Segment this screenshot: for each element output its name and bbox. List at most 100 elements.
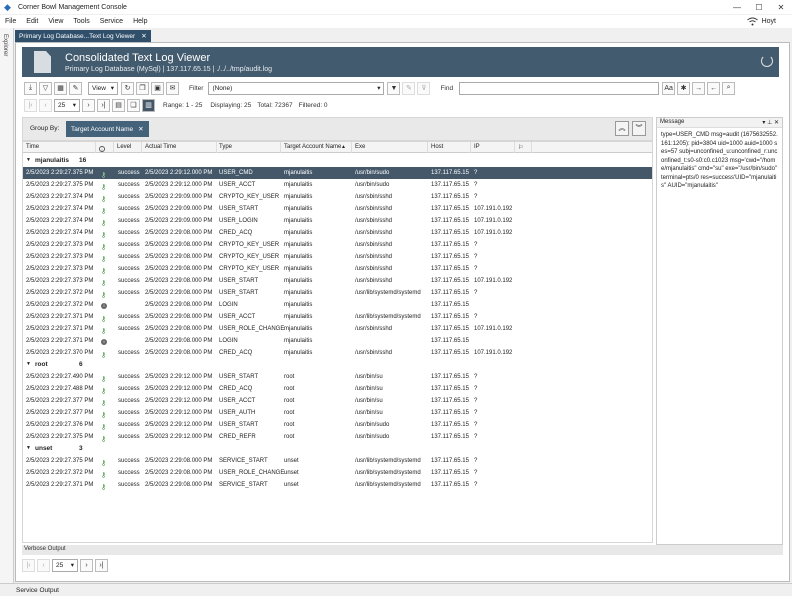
- col-level[interactable]: Level: [117, 144, 131, 150]
- pane-menu-icon[interactable]: ▾: [762, 120, 765, 126]
- message-text[interactable]: type=USER_CMD msg=audit (1675632552.161:…: [657, 128, 782, 194]
- menu-file[interactable]: File: [0, 18, 21, 25]
- clear-filter-button[interactable]: ⊽: [417, 81, 431, 95]
- regex-button[interactable]: ✱: [677, 81, 691, 95]
- prev-page-button[interactable]: ‹: [39, 98, 52, 112]
- cell-type: CRYPTO_KEY_USER: [219, 266, 280, 272]
- edit-button[interactable]: ✎: [69, 81, 82, 95]
- verbose-output-tab[interactable]: Verbose Output: [22, 545, 783, 555]
- chevron-down-icon[interactable]: ▼: [26, 361, 31, 367]
- table-row[interactable]: 2/5/2023 2:29:27.373 PM ⚷ success 2/5/2023 …: [23, 263, 652, 275]
- table-row[interactable]: 2/5/2023 2:29:27.375 PM ⚷ success 2/5/2023 …: [23, 431, 652, 443]
- group-row[interactable]: ▼ unset 3: [23, 443, 652, 455]
- table-row[interactable]: 2/5/2023 2:29:27.371 PM ⚷ success 2/5/2023 …: [23, 311, 652, 323]
- table-row[interactable]: 2/5/2023 2:29:27.374 PM ⚷ success 2/5/2023 …: [23, 191, 652, 203]
- table-row[interactable]: 2/5/2023 2:29:27.373 PM ⚷ success 2/5/2023 …: [23, 239, 652, 251]
- table-row[interactable]: 2/5/2023 2:29:27.376 PM ⚷ success 2/5/2023 …: [23, 419, 652, 431]
- cell-actual-time: 2/5/2023 2:29:12.000 PM: [145, 398, 213, 404]
- verbose-next-page-button[interactable]: ›: [80, 558, 93, 572]
- minimize-icon[interactable]: —: [726, 3, 748, 12]
- maximize-icon[interactable]: ☐: [748, 3, 770, 12]
- verbose-page-size-select[interactable]: 25 ▾: [52, 558, 78, 572]
- table-row[interactable]: 2/5/2023 2:29:27.374 PM ⚷ success 2/5/2023 …: [23, 203, 652, 215]
- find-label: Find: [440, 84, 454, 92]
- tab-close-icon[interactable]: ✕: [141, 32, 146, 40]
- last-page-button[interactable]: ›|: [97, 98, 110, 112]
- copy-button[interactable]: ❐: [136, 81, 149, 95]
- user-name[interactable]: Hoyt: [762, 18, 776, 25]
- next-page-button[interactable]: ›: [82, 98, 95, 112]
- filter-button[interactable]: ▽: [39, 81, 52, 95]
- table-row[interactable]: 2/5/2023 2:29:27.372 PM i 2/5/2023 2:29:08…: [23, 299, 652, 311]
- pane-close-icon[interactable]: ✕: [774, 120, 779, 126]
- table-row[interactable]: 2/5/2023 2:29:27.374 PM ⚷ success 2/5/2023 …: [23, 227, 652, 239]
- view-dropdown[interactable]: View ▾: [88, 81, 118, 95]
- tab-text-log-viewer[interactable]: Primary Log Database...Text Log Viewer ✕: [15, 30, 151, 42]
- pin-icon[interactable]: ⊥: [767, 120, 772, 126]
- table-row[interactable]: 2/5/2023 2:29:27.374 PM ⚷ success 2/5/2023 …: [23, 215, 652, 227]
- menu-help[interactable]: Help: [128, 18, 152, 25]
- menu-edit[interactable]: Edit: [21, 18, 43, 25]
- table-row[interactable]: 2/5/2023 2:29:27.377 PM ⚷ success 2/5/2023 …: [23, 395, 652, 407]
- menu-service[interactable]: Service: [95, 18, 128, 25]
- columns-button[interactable]: ▦: [54, 81, 67, 95]
- col-actual-time[interactable]: Actual Time: [145, 144, 176, 150]
- match-case-button[interactable]: Aa: [662, 81, 676, 95]
- table-row[interactable]: 2/5/2023 2:29:27.375 PM ⚷ success 2/5/2023 …: [23, 179, 652, 191]
- edit-filter-button[interactable]: ✎: [402, 81, 416, 95]
- col-target-account[interactable]: Target Account Name: [284, 144, 341, 150]
- calendar-button[interactable]: ▤: [112, 98, 125, 112]
- col-time[interactable]: Time: [26, 144, 39, 150]
- col-flag-icon[interactable]: ⚐: [518, 144, 523, 151]
- details-button[interactable]: ▥: [142, 98, 155, 112]
- search-button[interactable]: ⌕: [722, 81, 736, 95]
- filter-select[interactable]: (None) ▾: [208, 81, 385, 95]
- chevron-down-icon[interactable]: ▼: [26, 445, 31, 451]
- menu-view[interactable]: View: [43, 18, 68, 25]
- table-row[interactable]: 2/5/2023 2:29:27.375 PM ⚷ success 2/5/2023 …: [23, 455, 652, 467]
- table-row[interactable]: 2/5/2023 2:29:27.375 PM ⚷ success 2/5/2023 …: [23, 167, 652, 179]
- first-page-button[interactable]: |‹: [24, 98, 37, 112]
- group-row[interactable]: ▼ mjanulaitis 16: [23, 155, 652, 167]
- explorer-label[interactable]: Explorer: [2, 34, 8, 56]
- col-host[interactable]: Host: [431, 144, 443, 150]
- table-row[interactable]: 2/5/2023 2:29:27.372 PM ⚷ success 2/5/2023 …: [23, 467, 652, 479]
- chip-close-icon[interactable]: ✕: [138, 125, 143, 133]
- table-row[interactable]: 2/5/2023 2:29:27.488 PM ⚷ success 2/5/2023 …: [23, 383, 652, 395]
- find-next-button[interactable]: →: [692, 81, 706, 95]
- table-row[interactable]: 2/5/2023 2:29:27.371 PM ⚷ success 2/5/2023 …: [23, 479, 652, 491]
- chevron-down-icon[interactable]: ▼: [26, 157, 31, 163]
- email-button[interactable]: ✉: [166, 81, 179, 95]
- table-row[interactable]: 2/5/2023 2:29:27.372 PM ⚷ success 2/5/2023 …: [23, 287, 652, 299]
- download-button[interactable]: ⤓: [24, 81, 37, 95]
- expand-all-button[interactable]: ︾: [632, 121, 646, 136]
- book-button[interactable]: ❑: [127, 98, 140, 112]
- verbose-prev-page-button[interactable]: ‹: [37, 558, 50, 572]
- table-row[interactable]: 2/5/2023 2:29:27.370 PM ⚷ success 2/5/2023 …: [23, 347, 652, 359]
- col-type[interactable]: Type: [219, 144, 232, 150]
- collapse-all-button[interactable]: ︽: [615, 121, 629, 136]
- page-size-select[interactable]: 25 ▾: [54, 98, 80, 112]
- menu-tools[interactable]: Tools: [68, 18, 94, 25]
- verbose-first-page-button[interactable]: |‹: [22, 558, 35, 572]
- table-row[interactable]: 2/5/2023 2:29:27.490 PM ⚷ success 2/5/2023 …: [23, 371, 652, 383]
- explorer-sidebar[interactable]: Explorer: [0, 28, 14, 583]
- table-row[interactable]: 2/5/2023 2:29:27.377 PM ⚷ success 2/5/2023 …: [23, 407, 652, 419]
- service-output-bar[interactable]: Service Output: [0, 583, 792, 596]
- table-row[interactable]: 2/5/2023 2:29:27.371 PM i 2/5/2023 2:29:08…: [23, 335, 652, 347]
- verbose-last-page-button[interactable]: ›|: [95, 558, 108, 572]
- close-icon[interactable]: ✕: [770, 3, 792, 12]
- save-button[interactable]: ▣: [151, 81, 164, 95]
- group-chip-target-account[interactable]: Target Account Name ✕: [66, 121, 149, 137]
- table-row[interactable]: 2/5/2023 2:29:27.373 PM ⚷ success 2/5/2023 …: [23, 275, 652, 287]
- find-previous-button[interactable]: ←: [707, 81, 721, 95]
- find-input[interactable]: [459, 81, 660, 95]
- col-exe[interactable]: Exe: [355, 144, 365, 150]
- group-row[interactable]: ▼ root 6: [23, 359, 652, 371]
- add-filter-button[interactable]: ▼: [387, 81, 401, 95]
- col-ip[interactable]: IP: [474, 144, 480, 150]
- table-row[interactable]: 2/5/2023 2:29:27.373 PM ⚷ success 2/5/2023 …: [23, 251, 652, 263]
- refresh-button[interactable]: ↻: [121, 81, 134, 95]
- table-row[interactable]: 2/5/2023 2:29:27.371 PM ⚷ success 2/5/2023 …: [23, 323, 652, 335]
- service-output-label: Service Output: [16, 587, 59, 594]
